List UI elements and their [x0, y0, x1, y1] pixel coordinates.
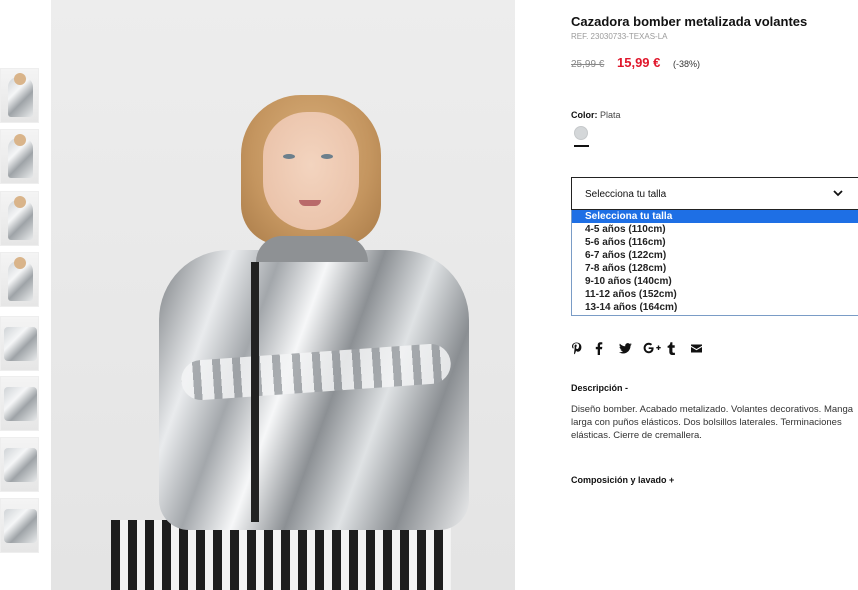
thumbnail-5[interactable]	[0, 316, 39, 371]
twitter-icon[interactable]	[619, 341, 643, 355]
thumbnail-1[interactable]	[0, 68, 39, 123]
chevron-down-icon	[833, 190, 843, 197]
sale-price: 15,99 €	[617, 55, 661, 70]
thumbnail-6[interactable]	[0, 376, 39, 431]
size-select[interactable]: Selecciona tu talla	[571, 177, 858, 210]
product-title: Cazadora bomber metalizada volantes	[571, 14, 808, 29]
color-label-key: Color:	[571, 110, 598, 120]
photo-mouth	[299, 200, 321, 206]
size-options-list: Selecciona tu talla 4-5 años (110cm) 5-6…	[571, 210, 858, 316]
product-ref: REF. 23030733-TEXAS-LA	[571, 32, 668, 41]
pinterest-icon[interactable]	[571, 341, 595, 355]
photo-face	[263, 112, 359, 230]
swatch-selected-indicator	[574, 145, 589, 147]
color-label: Color: Plata	[571, 110, 621, 120]
old-price: 25,99 €	[571, 59, 605, 70]
size-option[interactable]: 4-5 años (110cm)	[572, 223, 858, 236]
size-option[interactable]: 9-10 años (140cm)	[572, 275, 858, 288]
thumbnail-8[interactable]	[0, 498, 39, 553]
description-heading[interactable]: Descripción -	[571, 383, 628, 393]
share-bar	[571, 341, 715, 355]
photo-collar	[256, 236, 368, 262]
email-icon[interactable]	[691, 341, 715, 355]
description-text: Diseño bomber. Acabado metalizado. Volan…	[571, 404, 854, 441]
size-option[interactable]: 11-12 años (152cm)	[572, 288, 858, 301]
size-option[interactable]: Selecciona tu talla	[572, 210, 858, 223]
size-option[interactable]: 7-8 años (128cm)	[572, 262, 858, 275]
size-option[interactable]: 6-7 años (122cm)	[572, 249, 858, 262]
size-select-value: Selecciona tu talla	[585, 189, 667, 200]
thumbnail-3[interactable]	[0, 191, 39, 246]
photo-zipper	[251, 262, 259, 522]
thumbnail-4[interactable]	[0, 252, 39, 307]
size-option[interactable]: 5-6 años (116cm)	[572, 236, 858, 249]
composition-heading[interactable]: Composición y lavado +	[571, 475, 674, 485]
thumbnail-2[interactable]	[0, 129, 39, 184]
photo-eye-right	[321, 154, 333, 159]
color-value: Plata	[600, 110, 621, 120]
color-swatch-plata[interactable]	[574, 126, 588, 140]
main-product-image[interactable]	[51, 0, 515, 590]
google-plus-icon[interactable]	[643, 341, 667, 355]
discount-badge: (-38%)	[673, 59, 701, 69]
thumbnail-7[interactable]	[0, 437, 39, 492]
photo-skirt	[111, 520, 451, 590]
facebook-icon[interactable]	[595, 341, 619, 355]
size-option[interactable]: 13-14 años (164cm)	[572, 301, 858, 314]
photo-eye-left	[283, 154, 295, 159]
tumblr-icon[interactable]	[667, 341, 691, 355]
